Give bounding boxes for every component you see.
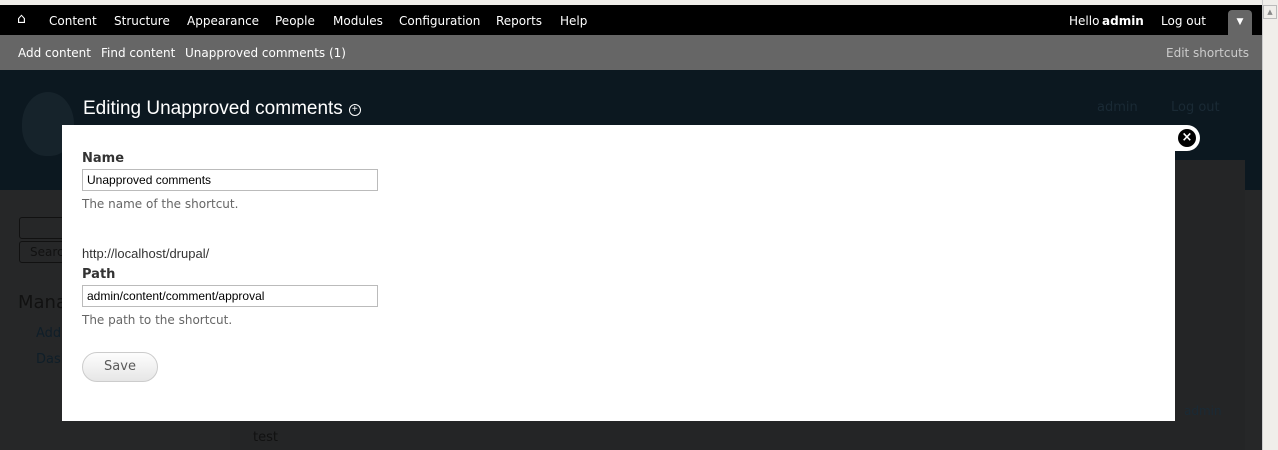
vertical-scrollbar[interactable] (1262, 0, 1278, 450)
close-dialog-button[interactable]: × (1174, 125, 1200, 151)
shortcuts-bar: Add content Find content Unapproved comm… (0, 35, 1262, 70)
bg-comment-author: admin (1184, 404, 1222, 418)
menu-structure[interactable]: Structure (114, 14, 170, 28)
shortcut-find-content[interactable]: Find content (101, 46, 175, 60)
user-link[interactable]: admin (1102, 14, 1144, 28)
bg-link-dashboard: Dashboard (36, 352, 62, 367)
menu-configuration[interactable]: Configuration (399, 14, 480, 28)
add-shortcut-icon[interactable]: + (348, 104, 361, 116)
path-prefix: http://localhost/drupal/ (82, 246, 210, 261)
menu-reports[interactable]: Reports (496, 14, 542, 28)
toolbar-toggle-button[interactable]: ▼ (1228, 10, 1252, 35)
scroll-up-arrow-icon[interactable]: ▲ (1263, 5, 1277, 19)
name-label: Name (82, 151, 125, 166)
greeting: Hello (1069, 14, 1100, 28)
path-input[interactable] (82, 285, 378, 307)
bg-comment-text: test (253, 430, 278, 445)
path-description: The path to the shortcut. (82, 313, 233, 327)
admin-toolbar: ⌂ Content Structure Appearance People Mo… (0, 5, 1262, 35)
dialog-title: Editing Unapproved comments + (83, 98, 361, 120)
menu-people[interactable]: People (275, 14, 315, 28)
close-icon: × (1178, 129, 1196, 147)
logout-link[interactable]: Log out (1161, 14, 1206, 28)
path-label: Path (82, 267, 116, 282)
bg-link-add: Add content (36, 326, 62, 341)
bg-block-title: Management (18, 292, 62, 313)
name-input[interactable] (82, 169, 378, 191)
home-icon[interactable]: ⌂ (17, 11, 26, 27)
edit-shortcut-dialog: Name The name of the shortcut. http://lo… (62, 125, 1175, 421)
save-button[interactable]: Save (82, 352, 158, 382)
shortcut-unapproved-comments[interactable]: Unapproved comments (1) (185, 46, 346, 60)
menu-content[interactable]: Content (49, 14, 97, 28)
shortcut-add-content[interactable]: Add content (18, 46, 91, 60)
menu-appearance[interactable]: Appearance (187, 14, 259, 28)
bg-user-link: admin (1097, 100, 1138, 115)
edit-shortcuts-link[interactable]: Edit shortcuts (1166, 46, 1249, 60)
menu-modules[interactable]: Modules (333, 14, 383, 28)
name-description: The name of the shortcut. (82, 197, 239, 211)
bg-logout-link: Log out (1171, 100, 1220, 115)
menu-help[interactable]: Help (560, 14, 587, 28)
caret-down-icon: ▼ (1236, 17, 1244, 27)
dialog-title-text: Editing Unapproved comments (83, 98, 343, 119)
